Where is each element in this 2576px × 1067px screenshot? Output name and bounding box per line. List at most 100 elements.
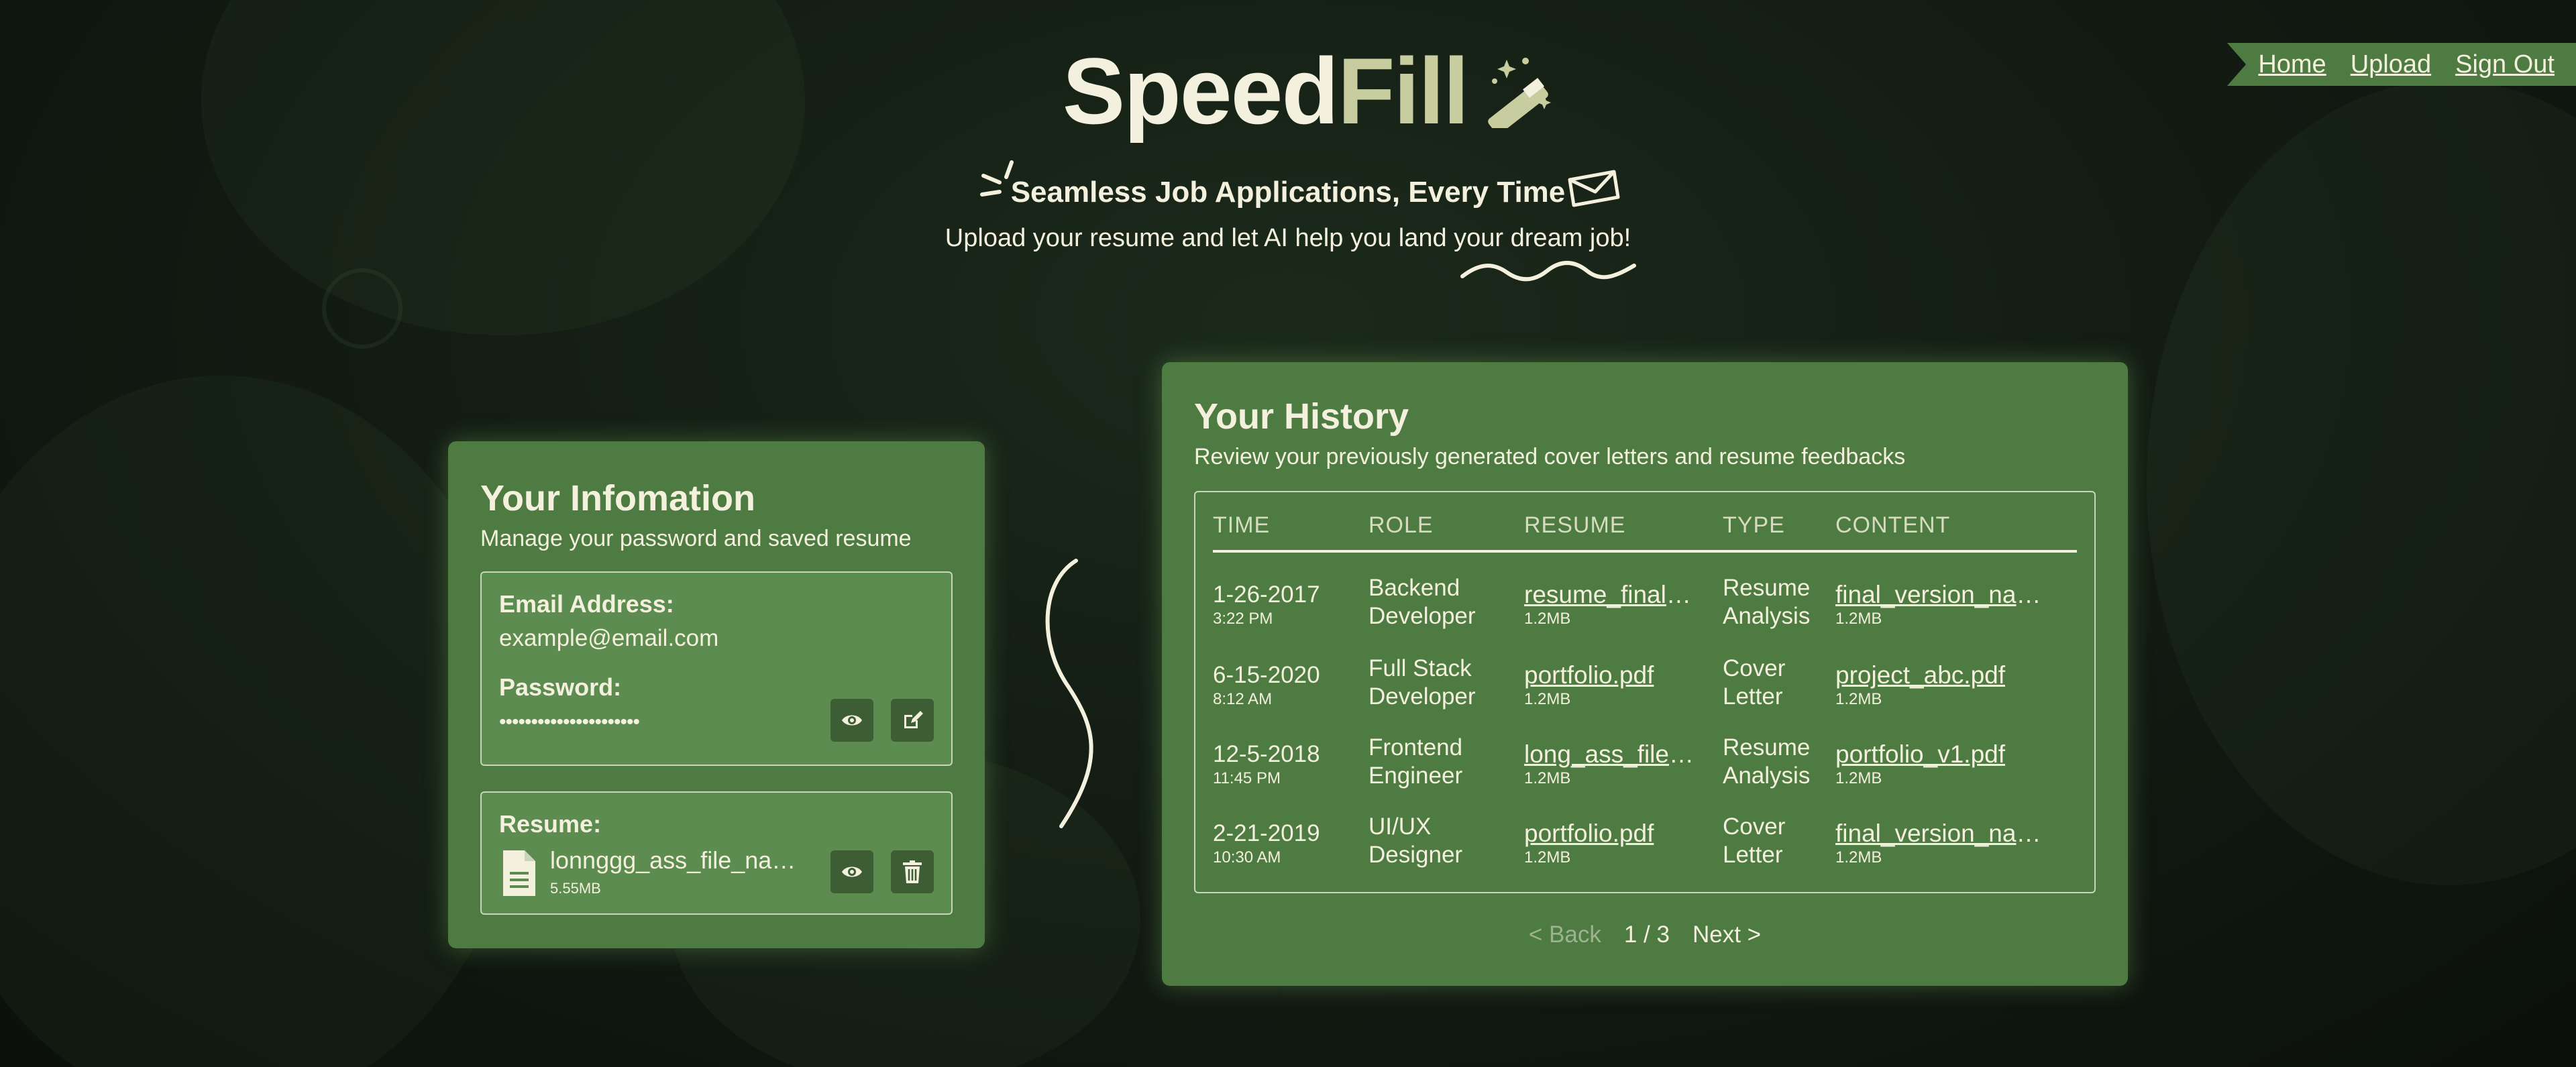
resume-file-link[interactable]: resume_final_version.pdf [1524, 581, 1699, 609]
row-type-line2: Analysis [1723, 603, 1811, 629]
edit-password-button[interactable] [891, 699, 934, 742]
email-label: Email Address: [499, 590, 674, 618]
password-label: Password: [499, 673, 622, 701]
time-cell: 12-5-2018 11:45 PM [1213, 740, 1320, 789]
information-card: Your Infomation Manage your password and… [448, 441, 985, 948]
pagination-back-button[interactable]: < Back [1529, 921, 1601, 948]
row-type-line2: Analysis [1723, 763, 1811, 789]
resume-cell: portfolio.pdf 1.2MB [1524, 820, 1699, 868]
background-blob [0, 376, 523, 1067]
magic-wand-icon [1488, 58, 1552, 128]
role-cell: Full Stack Developer [1368, 655, 1476, 711]
table-row: 1-26-2017 3:22 PM Backend Developer resu… [1213, 574, 2077, 648]
document-icon [503, 850, 535, 896]
column-header-resume: RESUME [1524, 512, 1626, 538]
table-row: 12-5-2018 11:45 PM Frontend Engineer lon… [1213, 734, 2077, 807]
row-type-line1: Cover [1723, 655, 1786, 681]
delete-resume-button[interactable] [891, 850, 934, 893]
content-cell: final_version_name.pdf 1.2MB [1835, 581, 2057, 629]
squiggle-underline-icon [1460, 261, 1636, 282]
row-date: 1-26-2017 [1213, 581, 1320, 608]
table-row: 6-15-2020 8:12 AM Full Stack Developer p… [1213, 655, 2077, 728]
row-role-line1: UI/UX [1368, 813, 1432, 840]
row-role-line2: Engineer [1368, 763, 1463, 789]
row-role-line1: Full Stack [1368, 655, 1472, 681]
time-cell: 1-26-2017 3:22 PM [1213, 581, 1320, 629]
trash-icon [903, 860, 922, 883]
pagination: < Back 1 / 3 Next > [1162, 921, 2128, 948]
eye-icon [842, 866, 862, 877]
brand-name-fill: Fill [1337, 38, 1469, 144]
resume-file-size: 1.2MB [1524, 610, 1571, 628]
content-file-link[interactable]: final_version_name.pdf [1835, 820, 2057, 848]
row-type-line2: Letter [1723, 842, 1783, 868]
content-file-size: 1.2MB [1835, 848, 1882, 866]
row-role-line1: Frontend [1368, 734, 1463, 761]
row-type-line2: Letter [1723, 683, 1783, 710]
edit-icon [904, 711, 923, 728]
row-type-line1: Resume [1723, 734, 1811, 761]
resume-label: Resume: [499, 810, 602, 838]
type-cell: Cover Letter [1723, 813, 1785, 869]
curved-line-icon [1045, 559, 1093, 828]
content-cell: portfolio_v1.pdf 1.2MB [1835, 740, 2057, 789]
history-table: TIME ROLE RESUME TYPE CONTENT 1-26-2017 … [1194, 491, 2096, 893]
resume-file-link[interactable]: portfolio.pdf [1524, 661, 1699, 689]
content-file-size: 1.2MB [1835, 690, 1882, 708]
eye-icon [842, 715, 862, 726]
brand-logo: Speed Fill [0, 44, 2576, 138]
tagline: Seamless Job Applications, Every Time [1010, 176, 1566, 209]
resume-cell: long_ass_file_name.pdf 1.2MB [1524, 740, 1699, 789]
resume-file-size: 1.2MB [1524, 769, 1571, 787]
content-cell: final_version_name.pdf 1.2MB [1835, 820, 2057, 868]
row-type-line1: Cover [1723, 813, 1786, 840]
resume-file-size: 1.2MB [1524, 848, 1571, 866]
password-value: •••••••••••••••••••••• [499, 711, 640, 733]
brand-name-speed: Speed [1062, 38, 1339, 144]
column-header-content: CONTENT [1835, 512, 1951, 538]
type-cell: Resume Analysis [1723, 574, 1810, 630]
time-cell: 2-21-2019 10:30 AM [1213, 820, 1320, 868]
role-cell: UI/UX Designer [1368, 813, 1462, 869]
show-password-button[interactable] [830, 699, 873, 742]
row-time: 8:12 AM [1213, 690, 1273, 708]
email-value: example@email.com [499, 625, 719, 651]
row-time: 11:45 PM [1213, 769, 1281, 787]
row-date: 12-5-2018 [1213, 741, 1320, 767]
table-header: TIME ROLE RESUME TYPE CONTENT [1213, 512, 2077, 553]
resume-file-size: 5.55MB [550, 880, 601, 897]
row-time: 3:22 PM [1213, 610, 1273, 628]
background-ring [322, 268, 402, 349]
content-file-link[interactable]: project_abc.pdf [1835, 661, 2057, 689]
column-header-time: TIME [1213, 512, 1271, 538]
content-file-size: 1.2MB [1835, 769, 1882, 787]
row-role-line1: Backend [1368, 575, 1460, 601]
pagination-next-button[interactable]: Next > [1693, 921, 1761, 948]
envelope-icon [1568, 170, 1620, 207]
information-description: Manage your password and saved resume [480, 526, 912, 551]
role-cell: Frontend Engineer [1368, 734, 1462, 790]
content-cell: project_abc.pdf 1.2MB [1835, 661, 2057, 710]
content-file-link[interactable]: portfolio_v1.pdf [1835, 740, 2057, 769]
history-title: Your History [1194, 396, 1409, 437]
row-type-line1: Resume [1723, 575, 1811, 601]
resume-file-link[interactable]: long_ass_file_name.pdf [1524, 740, 1699, 769]
history-description: Review your previously generated cover l… [1194, 444, 1906, 469]
column-header-role: ROLE [1368, 512, 1434, 538]
content-file-link[interactable]: final_version_name.pdf [1835, 581, 2057, 609]
type-cell: Cover Letter [1723, 655, 1785, 711]
resume-file-size: 1.2MB [1524, 690, 1571, 708]
resume-file-link[interactable]: portfolio.pdf [1524, 820, 1699, 848]
content-file-size: 1.2MB [1835, 610, 1882, 628]
subtitle: Upload your resume and let AI help you l… [945, 224, 1631, 252]
pagination-page-indicator: 1 / 3 [1623, 921, 1670, 948]
information-title: Your Infomation [480, 478, 755, 518]
row-date: 2-21-2019 [1213, 820, 1320, 846]
row-role-line2: Developer [1368, 603, 1476, 629]
type-cell: Resume Analysis [1723, 734, 1810, 790]
resume-cell: portfolio.pdf 1.2MB [1524, 661, 1699, 710]
credentials-box: Email Address: example@email.com Passwor… [480, 571, 953, 766]
resume-cell: resume_final_version.pdf 1.2MB [1524, 581, 1699, 629]
row-role-line2: Developer [1368, 683, 1476, 710]
view-resume-button[interactable] [830, 850, 873, 893]
